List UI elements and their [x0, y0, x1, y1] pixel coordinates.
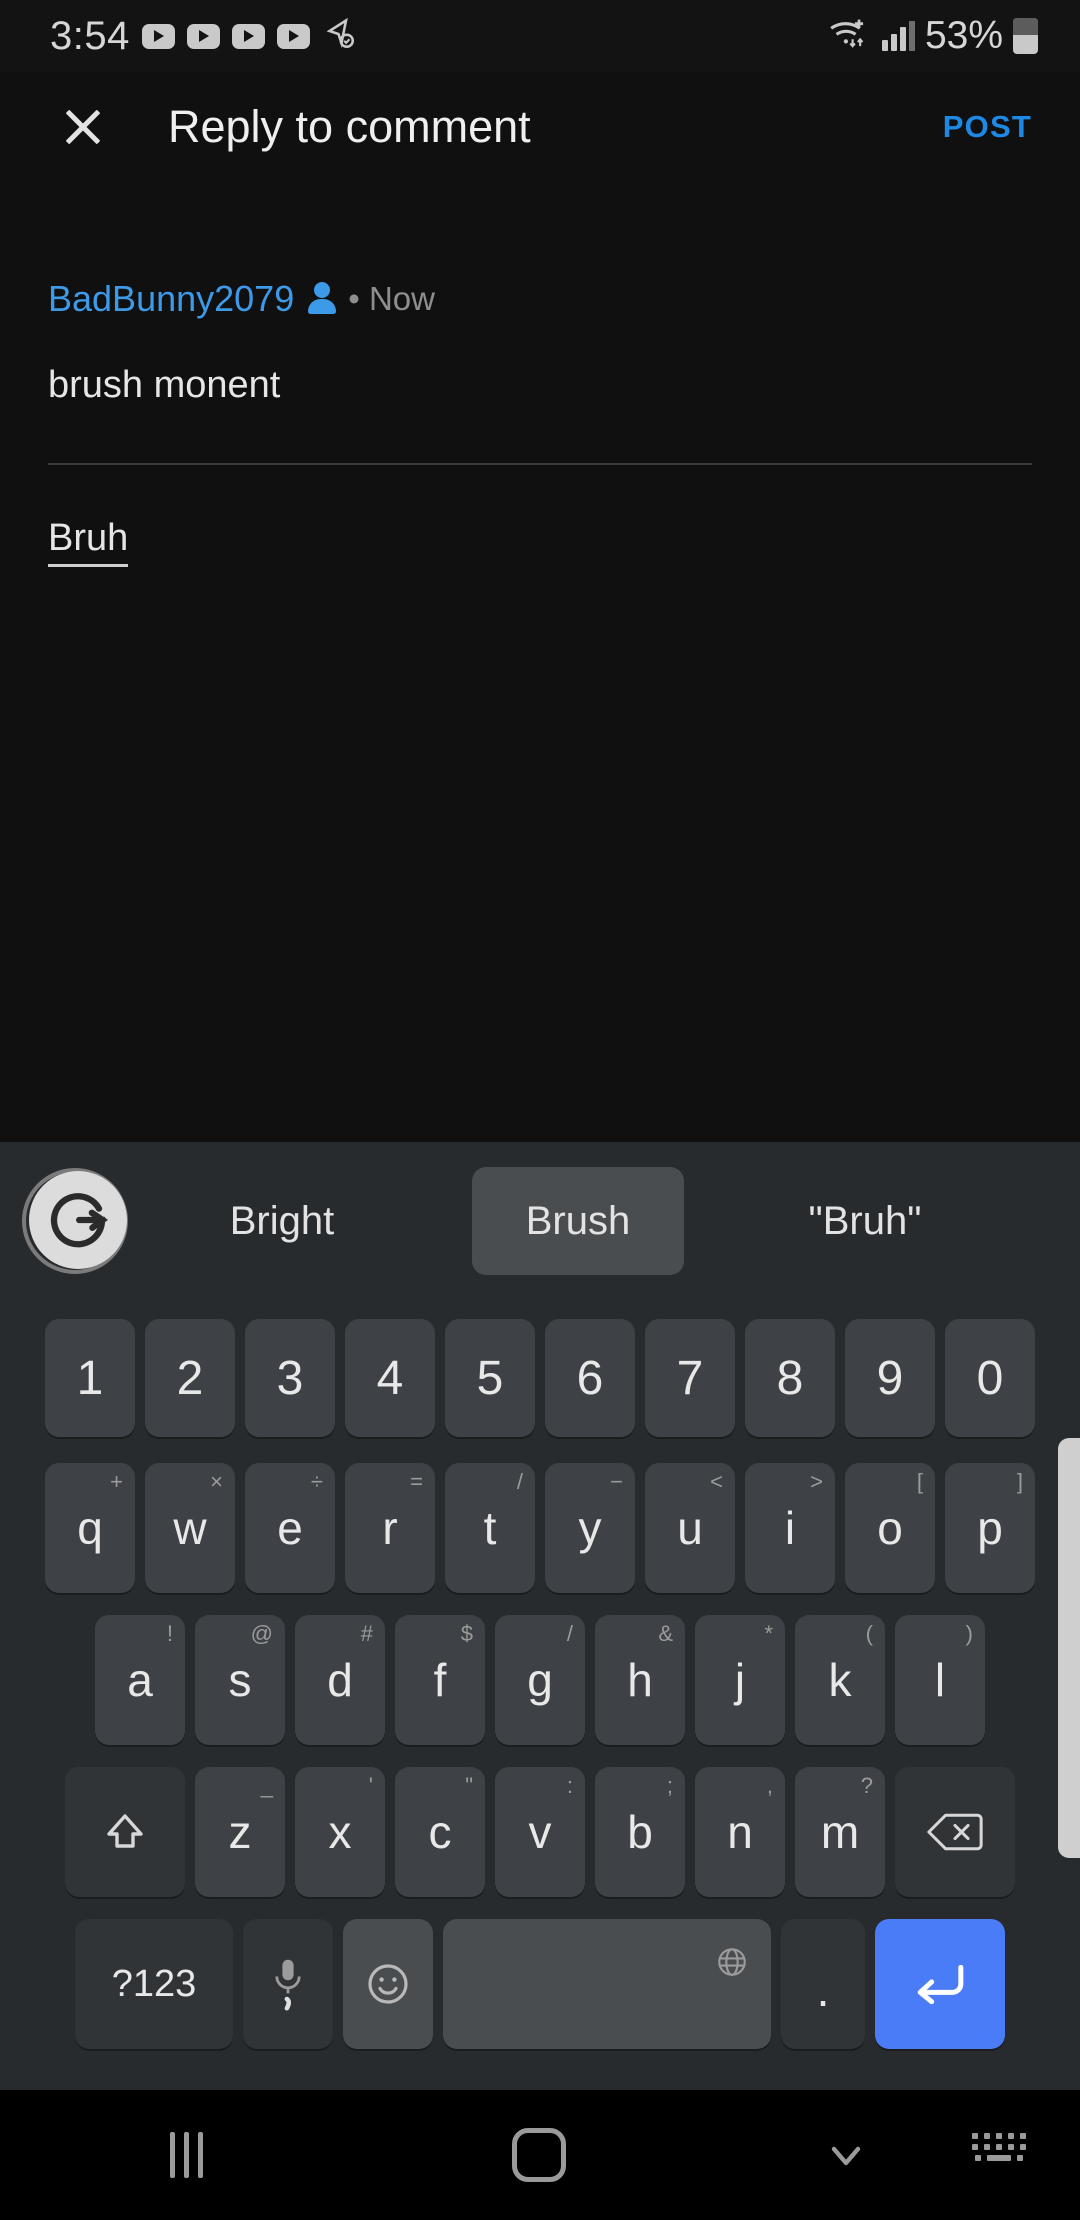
key-b[interactable]: ; b: [595, 1767, 685, 1897]
keyboard-row-home: ! a @ s # d $ f / g & h * j (k ) l: [0, 1604, 1080, 1756]
battery-percent: 53%: [924, 14, 1003, 57]
status-bar-left: 3:54: [0, 14, 358, 59]
key-h[interactable]: & h: [595, 1615, 685, 1745]
key-4[interactable]: 4: [345, 1319, 435, 1437]
emoji-icon[interactable]: [343, 1919, 433, 2049]
system-nav-bar: [0, 2090, 1080, 2220]
keyboard-row-top: + q × w ÷ e = r / t − y < u > i [o ] p: [0, 1452, 1080, 1604]
key-l[interactable]: ) l: [895, 1615, 985, 1745]
key-v[interactable]: :v: [495, 1767, 585, 1897]
page-title: Reply to comment: [168, 101, 531, 152]
location-check-icon: [322, 16, 358, 57]
key-r[interactable]: = r: [345, 1463, 435, 1593]
close-icon[interactable]: [46, 90, 120, 164]
battery-icon: [1013, 18, 1038, 54]
key-u[interactable]: < u: [645, 1463, 735, 1593]
person-icon: [308, 282, 336, 316]
post-button[interactable]: POST: [943, 109, 1032, 145]
home-icon[interactable]: [512, 2128, 566, 2182]
suggestion-bruh[interactable]: "Bruh": [750, 1199, 980, 1244]
comment-username[interactable]: BadBunny2079: [48, 278, 294, 320]
key-f[interactable]: $ f: [395, 1615, 485, 1745]
key-1[interactable]: 1: [45, 1319, 135, 1437]
reply-input[interactable]: Bruh: [0, 465, 1080, 567]
key-o[interactable]: [o: [845, 1463, 935, 1593]
suggestion-bar: Bright Brush "Bruh": [0, 1142, 1080, 1300]
keyboard-scrollbar[interactable]: [1058, 1438, 1080, 1858]
key-c[interactable]: " c: [395, 1767, 485, 1897]
recents-icon[interactable]: [170, 2132, 203, 2178]
status-bar-right: 53%: [828, 14, 1080, 58]
key-6[interactable]: 6: [545, 1319, 635, 1437]
status-time: 3:54: [50, 13, 130, 58]
cellular-signal-icon: [881, 21, 915, 51]
globe-icon: [715, 1945, 749, 1984]
microphone-icon[interactable]: [243, 1919, 333, 2049]
period-key[interactable]: ·: [781, 1919, 865, 2049]
key-w[interactable]: × w: [145, 1463, 235, 1593]
keyboard-switch-icon[interactable]: [968, 2133, 1030, 2177]
key-s[interactable]: @ s: [195, 1615, 285, 1745]
youtube-icon: [276, 23, 310, 49]
suggestion-bright[interactable]: Bright: [172, 1199, 392, 1244]
key-q[interactable]: + q: [45, 1463, 135, 1593]
key-y[interactable]: − y: [545, 1463, 635, 1593]
reply-compose-area: BadBunny2079 • Now brush monent Bruh: [0, 182, 1080, 1142]
key-x[interactable]: ' x: [295, 1767, 385, 1897]
key-j[interactable]: * j: [695, 1615, 785, 1745]
key-3[interactable]: 3: [245, 1319, 335, 1437]
youtube-icon: [186, 23, 220, 49]
youtube-icon: [141, 23, 175, 49]
key-0[interactable]: 0: [945, 1319, 1035, 1437]
space-key[interactable]: [443, 1919, 771, 2049]
key-e[interactable]: ÷ e: [245, 1463, 335, 1593]
key-d[interactable]: # d: [295, 1615, 385, 1745]
key-n[interactable]: ,n: [695, 1767, 785, 1897]
keyboard-row-function: ?123 ·: [0, 1908, 1080, 2060]
key-i[interactable]: > i: [745, 1463, 835, 1593]
enter-icon[interactable]: [875, 1919, 1005, 2049]
status-bar: 3:54 53%: [0, 0, 1080, 72]
comment-meta: BadBunny2079 • Now: [0, 182, 1080, 320]
key-z[interactable]: _ z: [195, 1767, 285, 1897]
key-m[interactable]: ? m: [795, 1767, 885, 1897]
key-9[interactable]: 9: [845, 1319, 935, 1437]
key-a[interactable]: ! a: [95, 1615, 185, 1745]
comment-text: brush monent: [48, 364, 281, 406]
symbols-key[interactable]: ?123: [75, 1919, 233, 2049]
key-5[interactable]: 5: [445, 1319, 535, 1437]
keyboard: Bright Brush "Bruh" 1 2 3 4 5 6 7 8 9 0 …: [0, 1142, 1080, 2090]
keyboard-row-bottom: _ z ' x " c :v ; b ,n ? m: [0, 1756, 1080, 1908]
app-header: Reply to comment POST: [0, 72, 1080, 182]
grammarly-g-icon[interactable]: [22, 1168, 128, 1274]
phone-screen: 3:54 53% Reply to comment POST BadBunny2…: [0, 0, 1080, 2220]
key-7[interactable]: 7: [645, 1319, 735, 1437]
comment-timestamp: • Now: [348, 280, 435, 317]
key-2[interactable]: 2: [145, 1319, 235, 1437]
keyboard-row-numbers: 1 2 3 4 5 6 7 8 9 0: [0, 1300, 1080, 1452]
suggestion-brush[interactable]: Brush: [472, 1167, 684, 1275]
youtube-icon: [231, 23, 265, 49]
reply-input-value: Bruh: [48, 517, 129, 567]
shift-icon[interactable]: [65, 1767, 185, 1897]
key-8[interactable]: 8: [745, 1319, 835, 1437]
key-t[interactable]: / t: [445, 1463, 535, 1593]
key-k[interactable]: (k: [795, 1615, 885, 1745]
chevron-down-icon[interactable]: [822, 2131, 870, 2179]
key-p[interactable]: ] p: [945, 1463, 1035, 1593]
key-g[interactable]: / g: [495, 1615, 585, 1745]
wifi-plus-icon: [828, 16, 872, 57]
backspace-icon[interactable]: [895, 1767, 1015, 1897]
